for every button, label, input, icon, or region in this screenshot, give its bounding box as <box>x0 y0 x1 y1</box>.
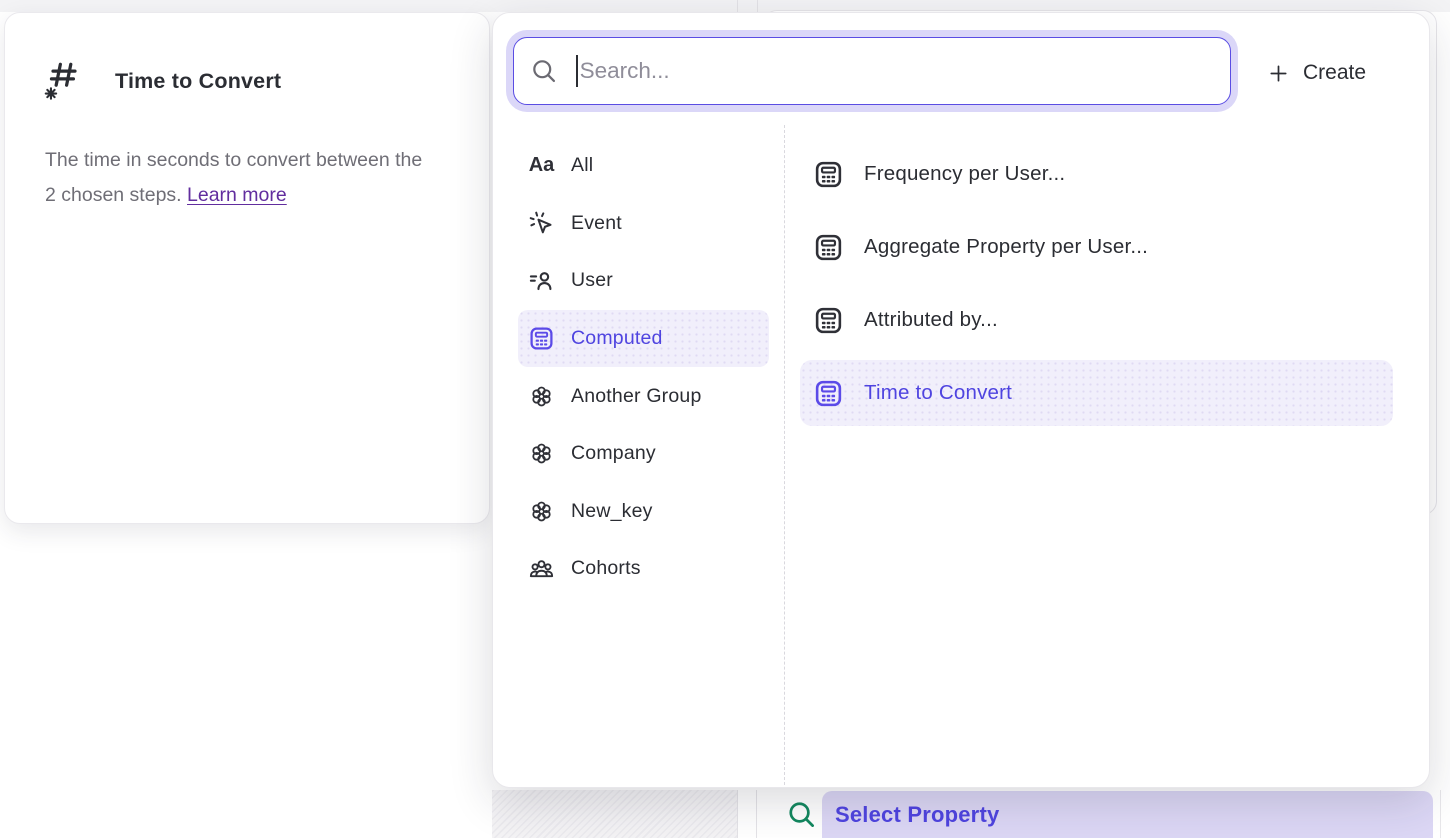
event-click-icon <box>528 210 555 237</box>
category-item-all[interactable]: Aa All <box>518 137 769 195</box>
calculator-icon <box>813 232 844 263</box>
select-property-field[interactable]: Select Property <box>822 791 1433 838</box>
result-label: Time to Convert <box>864 381 1012 405</box>
results-list: Frequency per User... Aggregate Property… <box>800 141 1393 433</box>
category-label: Company <box>571 442 656 465</box>
tooltip-title: Time to Convert <box>115 69 281 94</box>
search-input[interactable] <box>580 58 1216 84</box>
category-item-company[interactable]: Company <box>518 425 769 483</box>
category-item-user[interactable]: User <box>518 252 769 310</box>
category-item-event[interactable]: Event <box>518 195 769 253</box>
select-property-label: Select Property <box>835 802 999 828</box>
calculator-icon <box>813 378 844 409</box>
calculator-icon <box>813 305 844 336</box>
result-label: Frequency per User... <box>864 162 1065 186</box>
create-button-label: Create <box>1303 61 1366 85</box>
numeric-property-icon <box>43 57 85 105</box>
property-search-icon <box>786 799 817 830</box>
category-list: Aa All Event <box>493 137 781 598</box>
calculator-icon <box>813 159 844 190</box>
column-divider <box>784 125 785 785</box>
query-builder-texture <box>492 790 737 838</box>
result-item-frequency-per-user[interactable]: Frequency per User... <box>800 141 1393 207</box>
category-item-computed[interactable]: Computed <box>518 310 769 368</box>
category-label: New_key <box>571 500 653 523</box>
plus-icon <box>1267 62 1290 85</box>
text-format-icon: Aa <box>528 152 555 179</box>
category-label: All <box>571 154 593 177</box>
property-picker-panel: Create Aa All <box>492 12 1430 788</box>
category-label: User <box>571 269 613 292</box>
search-icon <box>530 57 558 85</box>
category-label: Another Group <box>571 385 702 408</box>
group-cluster-icon <box>528 383 555 410</box>
search-box[interactable] <box>513 37 1231 105</box>
background-divider <box>1440 790 1441 838</box>
category-label: Cohorts <box>571 557 641 580</box>
result-item-time-to-convert[interactable]: Time to Convert <box>800 360 1393 426</box>
user-icon <box>528 267 555 294</box>
background-divider <box>737 0 738 12</box>
group-cluster-icon <box>528 498 555 525</box>
background-divider <box>757 0 758 12</box>
result-item-aggregate-property-per-user[interactable]: Aggregate Property per User... <box>800 214 1393 280</box>
text-caret <box>576 55 578 87</box>
result-label: Aggregate Property per User... <box>864 235 1148 259</box>
create-button[interactable]: Create <box>1257 48 1376 98</box>
tooltip-description: The time in seconds to convert between t… <box>45 143 427 213</box>
category-item-another-group[interactable]: Another Group <box>518 367 769 425</box>
screen: Select Property <box>0 0 1450 838</box>
category-label: Event <box>571 212 622 235</box>
query-builder-row: Select Property <box>0 790 1450 838</box>
learn-more-link[interactable]: Learn more <box>187 184 287 206</box>
cohorts-icon <box>528 555 555 582</box>
calculator-icon <box>528 325 555 352</box>
property-tooltip-card: Time to Convert The time in seconds to c… <box>4 12 490 524</box>
tooltip-header: Time to Convert <box>43 57 281 105</box>
result-label: Attributed by... <box>864 308 998 332</box>
category-item-cohorts[interactable]: Cohorts <box>518 540 769 598</box>
group-cluster-icon <box>528 440 555 467</box>
query-builder-cell <box>737 790 757 838</box>
category-item-new-key[interactable]: New_key <box>518 483 769 541</box>
category-label: Computed <box>571 327 663 350</box>
result-item-attributed-by[interactable]: Attributed by... <box>800 287 1393 353</box>
